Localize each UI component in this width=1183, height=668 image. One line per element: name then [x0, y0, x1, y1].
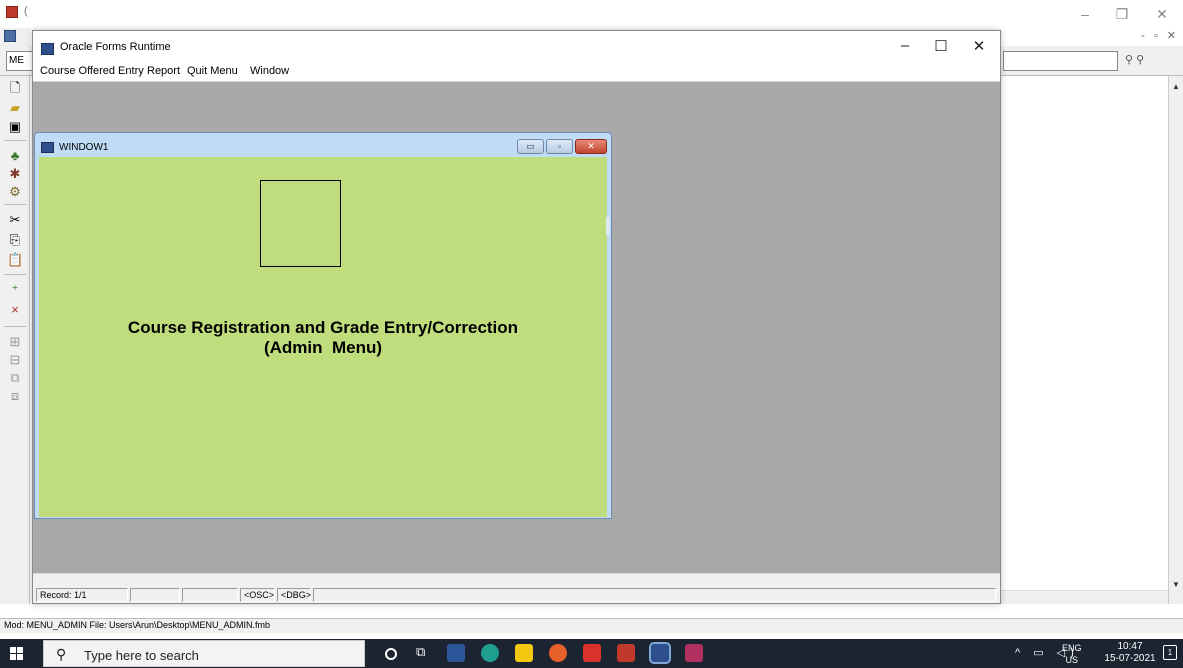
runtime-mdi-area: WINDOW1 ▭ ▫ ✕ Course Registration and Gr… — [33, 81, 1000, 573]
app-taskbar-icon[interactable] — [685, 644, 703, 662]
forms-builder-icon — [6, 6, 18, 18]
builder-canvas-area — [1001, 76, 1168, 596]
builder-horizontal-scrollbar[interactable] — [1001, 590, 1168, 604]
delete-icon[interactable]: × — [7, 302, 23, 318]
acrobat-icon[interactable] — [583, 644, 601, 662]
form-canvas: Course Registration and Grade Entry/Corr… — [39, 157, 607, 517]
window1-icon — [41, 142, 54, 153]
run-icon[interactable]: ♣ — [7, 148, 23, 164]
builder-document-icon — [4, 30, 16, 42]
scroll-down-icon[interactable]: ▼ — [1172, 580, 1180, 589]
builder-property-field[interactable] — [1003, 51, 1118, 71]
runtime-minimize-icon[interactable]: – — [885, 37, 925, 54]
builder-titlebar — [0, 0, 1183, 30]
expand-all-icon[interactable]: ⧉ — [7, 370, 23, 386]
window1-close-icon[interactable]: ✕ — [575, 139, 607, 154]
status-cell-empty — [182, 588, 238, 602]
builder-restore-icon[interactable]: ❐ — [1107, 6, 1137, 23]
language-indicator[interactable]: ENG US — [1062, 642, 1082, 666]
debug-icon[interactable]: ✱ — [7, 166, 23, 182]
builder-close-icon[interactable]: ✕ — [1147, 6, 1177, 23]
menu-quit-menu[interactable]: Quit Menu — [187, 65, 238, 77]
toolbar-divider — [4, 204, 26, 205]
menu-course-offered-entry[interactable]: Course Offered Entry — [40, 65, 144, 77]
collapse-icon[interactable]: ⊟ — [7, 352, 23, 368]
firefox-icon[interactable] — [549, 644, 567, 662]
file-explorer-icon[interactable] — [515, 644, 533, 662]
language-primary: ENG — [1062, 643, 1082, 653]
clock-date: 15-07-2021 — [1104, 653, 1156, 664]
status-cell-empty — [130, 588, 180, 602]
toolbar-divider — [4, 140, 26, 141]
dbg-indicator: <DBG> — [277, 588, 311, 602]
forms-runtime-taskbar-icon[interactable] — [649, 642, 671, 664]
paste-icon[interactable]: 📋 — [7, 252, 23, 268]
scroll-up-icon[interactable]: ▲ — [1172, 82, 1180, 91]
language-secondary: US — [1065, 655, 1079, 665]
new-file-icon[interactable]: 🗋 — [7, 80, 23, 96]
edge-icon[interactable] — [481, 644, 499, 662]
toolbar-divider — [4, 274, 26, 275]
runtime-title: Oracle Forms Runtime — [60, 41, 171, 53]
builder-status-text: Mod: MENU_ADMIN File: Users\Arun\Desktop… — [4, 620, 271, 630]
forms-runtime-window: Oracle Forms Runtime – ☐ ✕ Course Offere… — [32, 30, 1001, 604]
builder-side-toolbar: 🗋 ▰ ▣ ♣ ✱ ⚙ ✂ ⎘ 📋 ⁺ × ⊞ ⊟ ⧉ ⧈ — [0, 76, 30, 604]
record-indicator: Record: 1/1 — [36, 588, 128, 602]
status-message-area — [313, 588, 996, 602]
logo-placeholder-frame — [260, 180, 341, 267]
runtime-maximize-icon[interactable]: ☐ — [921, 37, 961, 55]
runtime-status-bar: Record: 1/1 <OSC> <DBG> — [33, 573, 1000, 603]
search-icon: ⚲ — [56, 646, 67, 662]
compile-icon[interactable]: ⚙ — [7, 184, 23, 200]
windows-taskbar: ⚲ Type here to search ⧉ ^ ▭ ◁) ENG US 10… — [0, 639, 1183, 668]
task-view-icon[interactable]: ⧉ — [416, 644, 434, 662]
page-title-line2: (Admin Menu) — [263, 338, 383, 357]
osc-indicator: <OSC> — [240, 588, 275, 602]
builder-wand-icon[interactable]: ⚲ ⚲ — [1125, 53, 1144, 66]
toolbar-divider — [4, 326, 26, 327]
expand-icon[interactable]: ⊞ — [7, 334, 23, 350]
builder-mdi-controls[interactable]: - ▫ ✕ — [1141, 29, 1179, 42]
builder-minimize-icon[interactable]: – — [1070, 6, 1100, 22]
runtime-menubar: Course Offered Entry Report Quit Menu Wi… — [33, 62, 1000, 81]
windows-start-icon[interactable] — [10, 647, 24, 661]
runtime-close-icon[interactable]: ✕ — [959, 37, 999, 55]
word-icon[interactable] — [447, 644, 465, 662]
page-title-line1: Course Registration and Grade Entry/Corr… — [127, 318, 519, 337]
page-title: Course Registration and Grade Entry/Corr… — [39, 318, 607, 358]
clock[interactable]: 10:47 15-07-2021 — [1100, 641, 1160, 665]
builder-vertical-scrollbar[interactable]: ▲ ▼ — [1168, 76, 1183, 604]
window1: WINDOW1 ▭ ▫ ✕ Course Registration and Gr… — [34, 132, 612, 519]
save-icon[interactable]: ▣ — [7, 119, 23, 135]
builder-title-fragment: ( — [24, 5, 28, 17]
menu-window[interactable]: Window — [250, 65, 289, 77]
collapse-all-icon[interactable]: ⧈ — [7, 388, 23, 404]
cut-icon[interactable]: ✂ — [7, 212, 23, 228]
taskbar-search-placeholder: Type here to search — [84, 648, 199, 663]
clock-time: 10:47 — [1117, 641, 1143, 652]
create-icon[interactable]: ⁺ — [7, 282, 23, 298]
taskbar-search-box[interactable]: ⚲ Type here to search — [43, 640, 365, 667]
notification-icon[interactable]: 1 — [1163, 645, 1177, 660]
runtime-titlebar: Oracle Forms Runtime – ☐ ✕ — [33, 31, 1000, 62]
menu-report[interactable]: Report — [147, 65, 180, 77]
open-folder-icon[interactable]: ▰ — [7, 100, 23, 116]
window1-minimize-icon[interactable]: ▭ — [517, 139, 544, 154]
window1-edge-marker — [606, 217, 610, 235]
cortana-icon[interactable] — [385, 648, 397, 660]
oracle-forms-icon — [41, 43, 54, 55]
forms-builder-taskbar-icon[interactable] — [617, 644, 635, 662]
window1-restore-icon[interactable]: ▫ — [546, 139, 573, 154]
window1-title: WINDOW1 — [59, 142, 109, 153]
copy-icon[interactable]: ⎘ — [7, 232, 23, 248]
